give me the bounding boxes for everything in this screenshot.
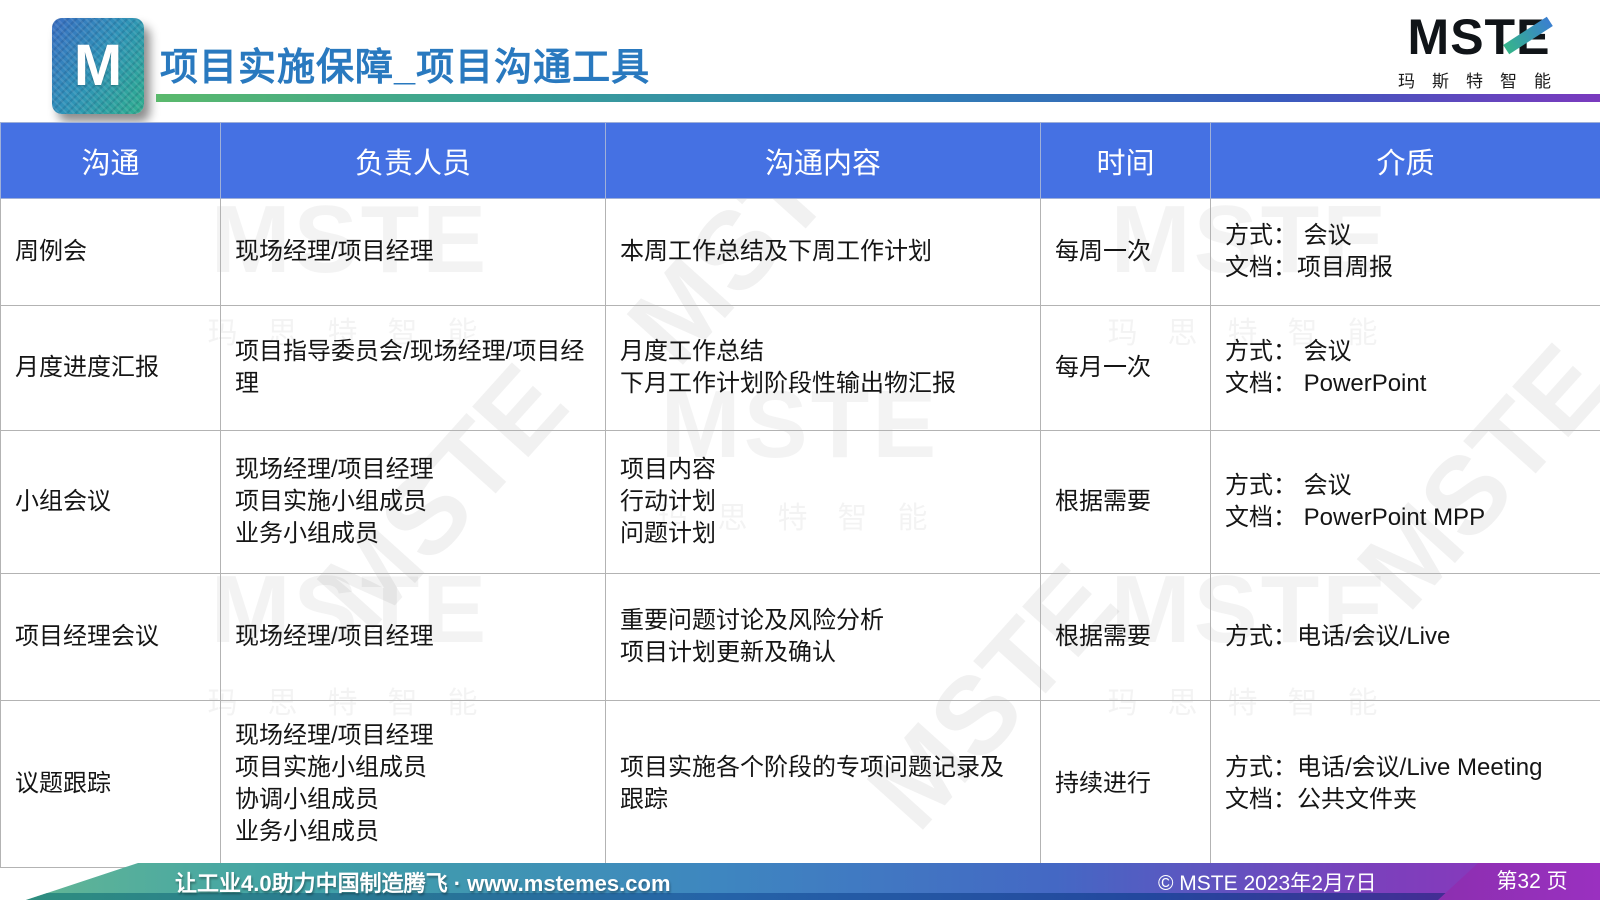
- cell-owner: 现场经理/项目经理 项目实施小组成员 协调小组成员 业务小组成员: [221, 701, 606, 868]
- footer-copyright: © MSTE 2023年2月7日: [1158, 867, 1377, 897]
- cell-tool: 小组会议: [1, 431, 221, 574]
- table-header-row: 沟通 负责人员 沟通内容 时间 介质: [1, 123, 1600, 199]
- logo-letter: M: [74, 37, 122, 95]
- cell-tool: 议题跟踪: [1, 701, 221, 868]
- cell-time: 持续进行: [1041, 701, 1211, 868]
- cell-content: 项目内容 行动计划 问题计划: [606, 431, 1041, 574]
- brand-name-text: MSTE: [1408, 10, 1551, 65]
- table-row: 小组会议 现场经理/项目经理 项目实施小组成员 业务小组成员 项目内容 行动计划…: [1, 431, 1600, 574]
- cell-medium: 方式： 会议 文档： PowerPoint MPP: [1211, 431, 1600, 574]
- communication-tools-table: 沟通 负责人员 沟通内容 时间 介质 周例会 现场经理/项目经理 本周工作总结及…: [0, 122, 1600, 868]
- footer-bar: 第32 页 让工业4.0助力中国制造腾飞 · www.mstemes.com ©…: [0, 863, 1600, 900]
- table-row: 月度进度汇报 项目指导委员会/现场经理/项目经理 月度工作总结 下月工作计划阶段…: [1, 306, 1600, 431]
- table-row: 项目经理会议 现场经理/项目经理 重要问题讨论及风险分析 项目计划更新及确认 根…: [1, 574, 1600, 701]
- cell-tool: 项目经理会议: [1, 574, 221, 701]
- cell-medium: 方式： 会议 文档： PowerPoint: [1211, 306, 1600, 431]
- cell-content: 本周工作总结及下周工作计划: [606, 199, 1041, 306]
- column-header-medium: 介质: [1211, 123, 1600, 199]
- company-logo-mark: M: [52, 18, 144, 114]
- column-header-content: 沟通内容: [606, 123, 1041, 199]
- cell-owner: 现场经理/项目经理: [221, 199, 606, 306]
- column-header-communication: 沟通: [1, 123, 221, 199]
- cell-medium: 方式：电话/会议/Live Meeting 文档：公共文件夹: [1211, 701, 1600, 868]
- cell-tool: 周例会: [1, 199, 221, 306]
- cell-medium: 方式： 会议 文档：项目周报: [1211, 199, 1600, 306]
- cell-owner: 现场经理/项目经理: [221, 574, 606, 701]
- table-row: 周例会 现场经理/项目经理 本周工作总结及下周工作计划 每周一次 方式： 会议 …: [1, 199, 1600, 306]
- cell-time: 每月一次: [1041, 306, 1211, 431]
- brand-logo: MSTE 玛斯特智能: [1374, 10, 1584, 92]
- column-header-time: 时间: [1041, 123, 1211, 199]
- cell-content: 重要问题讨论及风险分析 项目计划更新及确认: [606, 574, 1041, 701]
- cell-time: 每周一次: [1041, 199, 1211, 306]
- page-title: 项目实施保障_项目沟通工具: [160, 36, 650, 91]
- cell-time: 根据需要: [1041, 574, 1211, 701]
- table-row: 议题跟踪 现场经理/项目经理 项目实施小组成员 协调小组成员 业务小组成员 项目…: [1, 701, 1600, 868]
- cell-content: 月度工作总结 下月工作计划阶段性输出物汇报: [606, 306, 1041, 431]
- cell-owner: 项目指导委员会/现场经理/项目经理: [221, 306, 606, 431]
- column-header-owner: 负责人员: [221, 123, 606, 199]
- footer-slogan: 让工业4.0助力中国制造腾飞 · www.mstemes.com: [175, 866, 671, 898]
- brand-subtitle: 玛斯特智能: [1374, 67, 1584, 92]
- cell-owner: 现场经理/项目经理 项目实施小组成员 业务小组成员: [221, 431, 606, 574]
- cell-tool: 月度进度汇报: [1, 306, 221, 431]
- slide: { "header": { "logo_letter": "M", "title…: [0, 0, 1600, 900]
- cell-medium: 方式：电话/会议/Live: [1211, 574, 1600, 701]
- page-number-badge: 第32 页: [1438, 863, 1600, 900]
- cell-time: 根据需要: [1041, 431, 1211, 574]
- cell-content: 项目实施各个阶段的专项问题记录及跟踪: [606, 701, 1041, 868]
- title-underline-gradient: [156, 94, 1600, 102]
